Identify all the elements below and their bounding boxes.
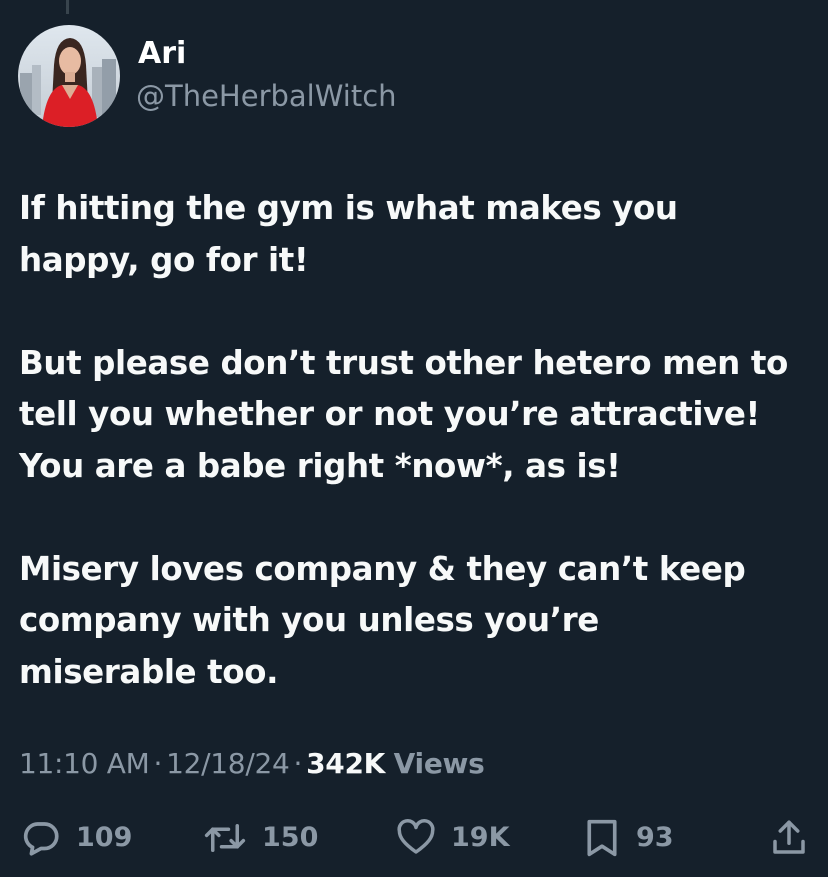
- reply-button[interactable]: 109: [20, 814, 132, 862]
- retweet-count: 150: [262, 822, 319, 853]
- tweet-text: If hitting the gym is what makes you hap…: [19, 183, 809, 698]
- like-button[interactable]: 19K: [395, 814, 510, 862]
- post-date[interactable]: 12/18/24: [166, 747, 290, 780]
- tweet-paragraph: If hitting the gym is what makes you hap…: [19, 189, 678, 279]
- tweet-paragraph: But please don’t trust other hetero men …: [19, 343, 788, 485]
- views-count: 342K: [306, 747, 386, 780]
- retweet-button[interactable]: 150: [202, 814, 318, 862]
- views-label: Views: [393, 747, 485, 780]
- author-handle[interactable]: @TheHerbalWitch: [136, 78, 397, 114]
- retweet-icon: [202, 817, 248, 859]
- reply-icon: [20, 817, 62, 859]
- tweet-metadata: 11:10 AM · 12/18/24 · 342K Views: [19, 744, 485, 784]
- share-icon: [768, 817, 810, 859]
- bookmark-icon: [582, 816, 622, 860]
- action-bar: 109 150 19K 93: [0, 814, 828, 862]
- avatar[interactable]: [18, 25, 120, 127]
- author-display-name[interactable]: Ari: [138, 36, 186, 72]
- share-button[interactable]: [768, 814, 810, 862]
- like-count: 19K: [451, 822, 510, 853]
- post-time[interactable]: 11:10 AM: [19, 747, 150, 780]
- tweet-paragraph: Misery loves company & they can’t keep c…: [19, 549, 746, 691]
- bookmark-count: 93: [636, 822, 674, 853]
- bookmark-button[interactable]: 93: [582, 814, 674, 862]
- meta-separator: ·: [293, 747, 303, 780]
- heart-icon: [395, 817, 437, 859]
- meta-separator: ·: [153, 747, 163, 780]
- thread-connector-line: [66, 0, 69, 14]
- reply-count: 109: [76, 822, 133, 853]
